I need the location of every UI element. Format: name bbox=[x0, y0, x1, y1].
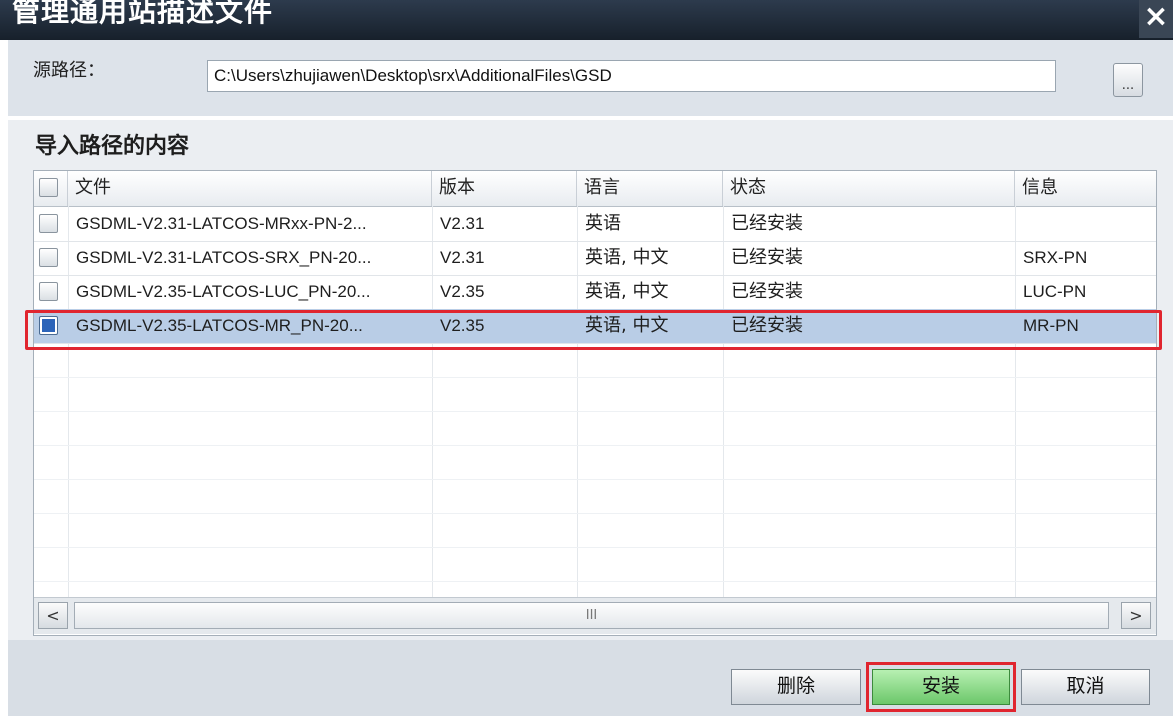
table-row[interactable]: GSDML-V2.31-LATCOS-MRxx-PN-2... V2.31 英语… bbox=[34, 207, 1156, 242]
row-checkbox[interactable] bbox=[39, 282, 58, 301]
version-cell: V2.35 bbox=[440, 282, 485, 301]
table-row[interactable]: GSDML-V2.35-LATCOS-LUC_PN-20... V2.35 英语… bbox=[34, 275, 1156, 310]
language-cell: 英语 bbox=[585, 213, 621, 234]
status-cell: 已经安装 bbox=[731, 247, 803, 268]
scroll-right-button[interactable]: > bbox=[1121, 602, 1151, 629]
info-cell bbox=[1023, 207, 1153, 241]
empty-row-line bbox=[34, 547, 1156, 548]
row-checkbox[interactable] bbox=[39, 248, 58, 267]
install-button-highlight bbox=[866, 662, 1016, 712]
source-path-label: 源路径： bbox=[33, 60, 105, 81]
scroll-thumb[interactable]: III bbox=[74, 602, 1109, 629]
cancel-button[interactable]: 取消 bbox=[1021, 669, 1150, 705]
empty-row-line bbox=[34, 479, 1156, 480]
empty-row-line bbox=[34, 581, 1156, 582]
column-header-file[interactable]: 文件 bbox=[68, 171, 432, 206]
section-title: 导入路径的内容 bbox=[35, 134, 190, 159]
horizontal-scrollbar[interactable]: < III > bbox=[34, 597, 1156, 634]
file-cell: GSDML-V2.35-LATCOS-LUC_PN-20... bbox=[76, 282, 371, 301]
status-cell: 已经安装 bbox=[731, 213, 803, 234]
info-cell: SRX-PN bbox=[1023, 248, 1088, 267]
version-cell: V2.31 bbox=[440, 248, 485, 267]
language-cell: 英语, 中文 bbox=[585, 247, 669, 268]
status-cell: 已经安装 bbox=[731, 281, 803, 302]
version-cell: V2.31 bbox=[440, 214, 485, 233]
empty-row-line bbox=[34, 445, 1156, 446]
window-title: 管理通用站描述文件 bbox=[12, 0, 274, 28]
row-checkbox[interactable] bbox=[39, 214, 58, 233]
file-table: 文件 版本 语言 状态 信息 GSDML-V2.31-LATCOS-MRxx-P… bbox=[33, 170, 1157, 636]
column-header-info[interactable]: 信息 bbox=[1015, 171, 1156, 206]
close-button[interactable]: × bbox=[1139, 0, 1173, 38]
scroll-left-button[interactable]: < bbox=[38, 602, 68, 629]
title-bar: 管理通用站描述文件 × bbox=[0, 0, 1173, 40]
info-cell: LUC-PN bbox=[1023, 282, 1087, 301]
file-cell: GSDML-V2.31-LATCOS-SRX_PN-20... bbox=[76, 248, 372, 267]
table-header: 文件 版本 语言 状态 信息 bbox=[34, 171, 1156, 207]
column-header-language[interactable]: 语言 bbox=[577, 171, 723, 206]
language-cell: 英语, 中文 bbox=[585, 281, 669, 302]
empty-row-line bbox=[34, 411, 1156, 412]
source-path-input[interactable]: C:\Users\zhujiawen\Desktop\srx\Additiona… bbox=[207, 60, 1056, 92]
header-checkbox-cell bbox=[34, 171, 68, 206]
empty-row-line bbox=[34, 513, 1156, 514]
table-row[interactable]: GSDML-V2.31-LATCOS-SRX_PN-20... V2.31 英语… bbox=[34, 241, 1156, 276]
browse-button[interactable]: ... bbox=[1113, 63, 1143, 97]
empty-row-line bbox=[34, 377, 1156, 378]
select-all-checkbox[interactable] bbox=[39, 178, 58, 197]
column-header-version[interactable]: 版本 bbox=[432, 171, 577, 206]
delete-button[interactable]: 删除 bbox=[731, 669, 861, 705]
column-header-status[interactable]: 状态 bbox=[723, 171, 1015, 206]
file-cell: GSDML-V2.31-LATCOS-MRxx-PN-2... bbox=[76, 214, 367, 233]
selected-row-highlight bbox=[25, 310, 1162, 350]
